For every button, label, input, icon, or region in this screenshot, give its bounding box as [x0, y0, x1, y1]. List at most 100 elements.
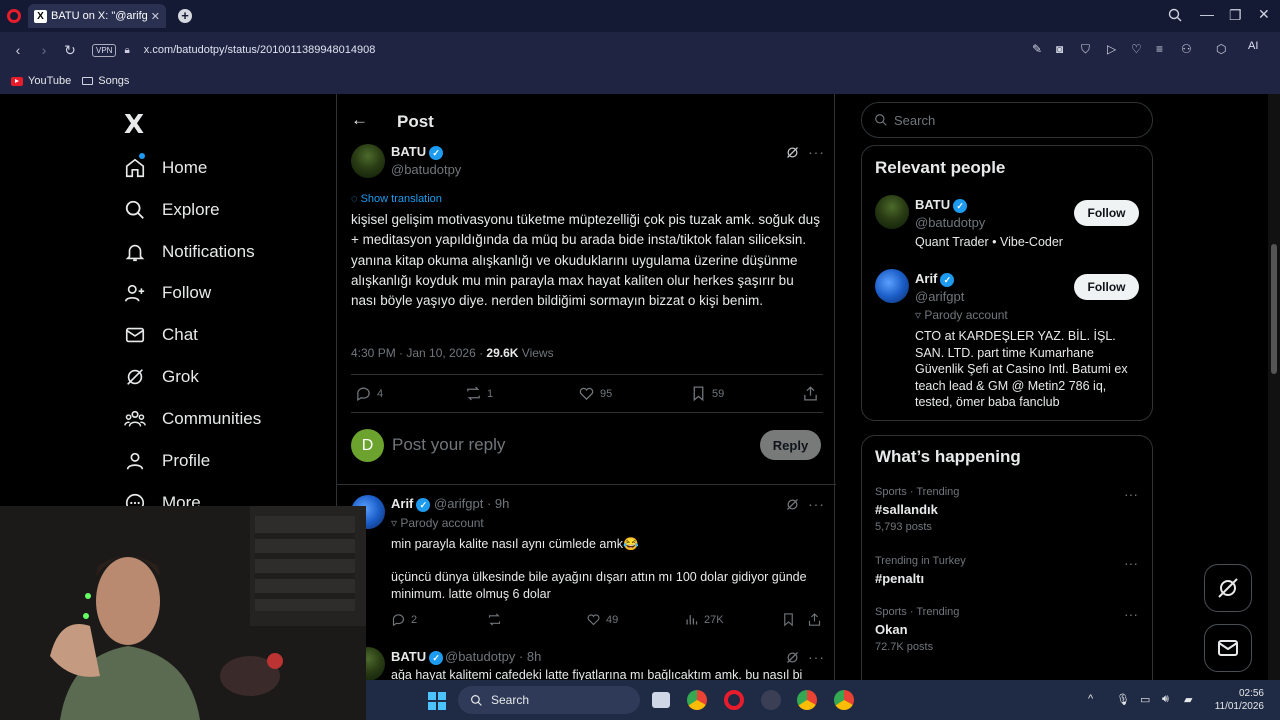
vpn-badge[interactable]: VPN: [92, 43, 117, 57]
avatar[interactable]: D: [351, 429, 384, 462]
back-arrow-icon[interactable]: ←: [351, 110, 368, 130]
chrome-icon[interactable]: [687, 690, 707, 710]
lock-icon[interactable]: 🔒︎: [124, 45, 129, 56]
search-input[interactable]: Search: [861, 102, 1153, 138]
trend-name[interactable]: #penaltı: [875, 571, 924, 586]
chrome-icon[interactable]: [797, 690, 817, 710]
reply-author-name[interactable]: Arif ✓: [391, 496, 431, 512]
show-translation-link[interactable]: ◌ Show translation: [351, 193, 442, 205]
trend-name[interactable]: Okan: [875, 622, 908, 637]
person-name[interactable]: BATU ✓: [915, 197, 968, 213]
close-window-button[interactable]: ✕: [1258, 6, 1270, 23]
chevron-up-icon[interactable]: ^: [1088, 693, 1093, 705]
heart-icon[interactable]: ♡: [1131, 42, 1142, 56]
shield-icon[interactable]: ⛉: [1081, 42, 1090, 57]
minimize-button[interactable]: —: [1200, 6, 1214, 22]
more-options-icon[interactable]: ···: [1124, 606, 1138, 622]
search-placeholder: Search: [894, 112, 936, 128]
play-icon[interactable]: ▷: [1107, 42, 1116, 56]
microphone-icon[interactable]: 🎙︎: [1116, 693, 1130, 706]
sidebar-item-home[interactable]: Home: [124, 157, 207, 179]
taskbar-clock[interactable]: 02:56 11/01/2026: [1212, 687, 1264, 713]
author-handle[interactable]: @batudotpy: [391, 162, 461, 177]
share-action[interactable]: [807, 612, 827, 627]
follow-button[interactable]: Follow: [1074, 200, 1139, 226]
author-name[interactable]: BATU ✓: [391, 144, 444, 160]
bookmark-action[interactable]: 59: [690, 385, 724, 402]
avatar[interactable]: [875, 195, 909, 229]
sidebar-item-explore[interactable]: Explore: [124, 199, 220, 221]
sidebar-item-communities[interactable]: Communities: [124, 408, 261, 430]
new-tab-button[interactable]: +: [178, 9, 192, 23]
more-options-icon[interactable]: ···: [808, 496, 825, 512]
sidebar-item-grok[interactable]: Grok: [124, 366, 199, 388]
avatar[interactable]: [875, 269, 909, 303]
views-action[interactable]: 27K: [684, 612, 724, 627]
bookmark-songs[interactable]: Songs: [82, 75, 129, 87]
browser-tab[interactable]: X BATU on X: "@arifgpt kişisel ✕: [28, 4, 166, 28]
more-options-icon[interactable]: ···: [1124, 555, 1138, 571]
x-logo[interactable]: X: [124, 110, 144, 140]
back-button[interactable]: ‹: [10, 42, 26, 58]
sidebar-item-profile[interactable]: Profile: [124, 450, 210, 472]
grok-float-button[interactable]: [1204, 564, 1252, 612]
messages-float-button[interactable]: [1204, 624, 1252, 672]
scrollbar-thumb[interactable]: [1271, 244, 1277, 374]
like-action[interactable]: 49: [586, 612, 618, 627]
sidebar-item-notifications[interactable]: Notifications: [124, 241, 255, 263]
app-icon[interactable]: [761, 690, 781, 710]
display-icon[interactable]: ▭: [1140, 693, 1150, 706]
chrome-icon[interactable]: [834, 690, 854, 710]
reply-action[interactable]: 4: [355, 385, 383, 402]
windows-start-icon[interactable]: [428, 692, 446, 710]
reply-count: 2: [411, 613, 418, 626]
trend-category: Sports · Trending: [875, 486, 960, 498]
menu-icon[interactable]: ≡: [1156, 42, 1163, 56]
sidebar-item-follow[interactable]: Follow: [124, 282, 211, 304]
camera-icon[interactable]: ◙: [1056, 42, 1063, 56]
battery-icon[interactable]: ▰: [1184, 693, 1192, 706]
more-options-icon[interactable]: ···: [1124, 486, 1138, 502]
reply-handle-time[interactable]: @batudotpy · 8h: [445, 649, 541, 664]
ai-button[interactable]: AI: [1248, 40, 1258, 52]
follow-button[interactable]: Follow: [1074, 274, 1139, 300]
trend-name[interactable]: #sallandık: [875, 502, 938, 517]
reload-button[interactable]: ↻: [62, 42, 78, 59]
cube-icon[interactable]: ⬡: [1216, 42, 1226, 56]
taskbar-search[interactable]: Search: [458, 686, 640, 714]
grok-icon[interactable]: [785, 650, 800, 665]
person-handle[interactable]: @arifgpt: [915, 289, 964, 304]
more-options-icon[interactable]: ···: [808, 144, 825, 160]
person-handle[interactable]: @batudotpy: [915, 215, 985, 230]
opera-logo-icon[interactable]: [7, 9, 21, 23]
repost-action[interactable]: [487, 612, 507, 627]
forward-button[interactable]: ›: [36, 42, 52, 58]
account-icon[interactable]: ⚇: [1181, 42, 1192, 56]
reply-handle-time[interactable]: @arifgpt · 9h: [434, 496, 509, 511]
post-time[interactable]: 4:30 PM · Jan 10, 2026 ·: [351, 346, 486, 360]
repost-action[interactable]: 1: [465, 385, 493, 402]
edit-icon[interactable]: ✎: [1032, 42, 1042, 56]
tab-search-icon[interactable]: [1168, 8, 1182, 25]
bookmark-youtube[interactable]: YouTube: [11, 75, 71, 87]
reply-action[interactable]: 2: [391, 612, 417, 627]
like-action[interactable]: 95: [578, 385, 612, 402]
opera-icon[interactable]: [724, 690, 744, 710]
reply-input[interactable]: Post your reply: [392, 435, 505, 455]
bookmark-action[interactable]: [781, 612, 801, 627]
person-name[interactable]: Arif ✓: [915, 271, 955, 287]
tab-close-icon[interactable]: ✕: [151, 10, 160, 23]
url-field[interactable]: x.com/batudotpy/status/20100113899480149…: [144, 44, 376, 56]
more-options-icon[interactable]: ···: [808, 649, 825, 665]
avatar[interactable]: [351, 144, 385, 178]
grok-icon[interactable]: [785, 145, 800, 160]
maximize-button[interactable]: ❐: [1229, 7, 1242, 24]
sidebar-item-chat[interactable]: Chat: [124, 324, 198, 346]
share-action[interactable]: [802, 385, 824, 402]
reply-button[interactable]: Reply: [760, 430, 821, 460]
page-scrollbar[interactable]: [1268, 94, 1280, 720]
file-explorer-icon[interactable]: [652, 692, 670, 708]
volume-icon[interactable]: 🔊︎: [1162, 693, 1169, 706]
reply-author-name[interactable]: BATU ✓: [391, 649, 444, 665]
grok-icon[interactable]: [785, 497, 800, 512]
